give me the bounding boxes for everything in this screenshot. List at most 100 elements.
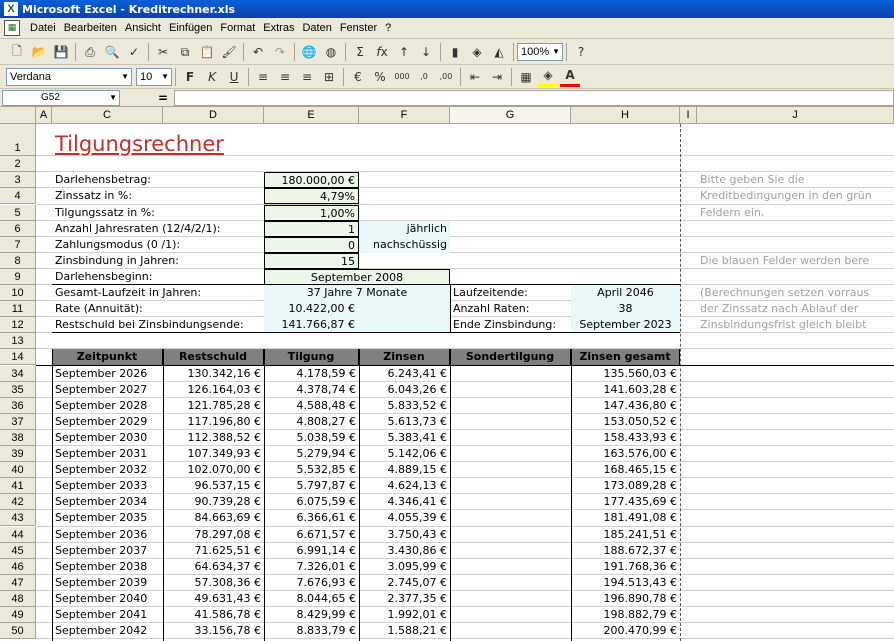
- chart-wizard-icon[interactable]: ▮: [445, 42, 465, 62]
- row-header-11[interactable]: 11: [0, 301, 36, 318]
- table-cell-date[interactable]: September 2027: [52, 382, 163, 398]
- fill-color-icon[interactable]: ◈: [538, 67, 558, 87]
- table-cell-date[interactable]: September 2028: [52, 398, 163, 414]
- table-cell-restschuld[interactable]: 112.388,52 €: [163, 430, 264, 446]
- table-cell-restschuld[interactable]: 33.156,78 €: [163, 623, 264, 639]
- help-note[interactable]: Feldern ein.: [697, 205, 894, 221]
- table-header[interactable]: Zinsen gesamt: [571, 349, 680, 366]
- table-cell-date[interactable]: September 2038: [52, 559, 163, 575]
- align-center-icon[interactable]: ≡: [275, 67, 295, 87]
- table-cell-sondertilgung[interactable]: [450, 510, 571, 526]
- table-cell-date[interactable]: September 2042: [52, 623, 163, 639]
- result-value[interactable]: 141.766,87 €: [264, 317, 450, 334]
- sort-ascending-icon[interactable]: ↑: [394, 42, 414, 62]
- table-cell-tilgung[interactable]: 6.366,61 €: [264, 510, 359, 526]
- currency-icon[interactable]: €: [348, 67, 368, 87]
- table-cell-zinsen-gesamt[interactable]: 196.890,78 €: [571, 591, 680, 607]
- table-cell-sondertilgung[interactable]: [450, 559, 571, 575]
- result-label[interactable]: Restschuld bei Zinsbindungsende:: [52, 317, 264, 333]
- map-icon[interactable]: ◈: [467, 42, 487, 62]
- table-cell-date[interactable]: September 2035: [52, 510, 163, 526]
- table-cell-tilgung[interactable]: 8.833,79 €: [264, 623, 359, 639]
- column-header-i[interactable]: I: [680, 107, 697, 124]
- input-value[interactable]: 0: [264, 236, 359, 253]
- table-cell-tilgung[interactable]: 5.797,87 €: [264, 478, 359, 494]
- sort-descending-icon[interactable]: ↓: [416, 42, 436, 62]
- table-cell-tilgung[interactable]: 4.808,27 €: [264, 414, 359, 430]
- table-cell-zinsen-gesamt[interactable]: 198.882,79 €: [571, 607, 680, 623]
- input-value[interactable]: 1: [264, 220, 359, 237]
- table-cell-zinsen[interactable]: 5.142,06 €: [359, 446, 450, 462]
- table-header[interactable]: Sondertilgung: [450, 349, 571, 366]
- font-name-select[interactable]: Verdana ▼: [6, 67, 132, 86]
- result-value[interactable]: 38: [571, 301, 680, 318]
- result-value[interactable]: April 2046: [571, 285, 680, 302]
- row-header-47[interactable]: 47: [0, 574, 36, 591]
- table-cell-date[interactable]: September 2032: [52, 462, 163, 478]
- row-header-46[interactable]: 46: [0, 558, 36, 575]
- table-cell-sondertilgung[interactable]: [450, 446, 571, 462]
- menu-ansicht[interactable]: Ansicht: [121, 22, 165, 34]
- table-cell-zinsen[interactable]: 4.889,15 €: [359, 462, 450, 478]
- column-header-g[interactable]: G: [450, 107, 571, 124]
- input-value[interactable]: September 2008: [264, 268, 450, 285]
- row-header-2[interactable]: 2: [0, 156, 36, 173]
- menu-einfuegen[interactable]: Einfügen: [165, 22, 216, 34]
- table-cell-zinsen-gesamt[interactable]: 200.470,99 €: [571, 623, 680, 639]
- table-header[interactable]: Zinsen: [359, 349, 450, 366]
- table-cell-zinsen[interactable]: 5.833,52 €: [359, 398, 450, 414]
- cut-icon[interactable]: ✂: [153, 42, 173, 62]
- column-header-c[interactable]: C: [52, 107, 163, 124]
- decrease-indent-icon[interactable]: ⇤: [465, 67, 485, 87]
- table-cell-restschuld[interactable]: 71.625,51 €: [163, 543, 264, 559]
- font-color-icon[interactable]: A: [560, 67, 580, 87]
- row-header-5[interactable]: 5: [0, 204, 36, 221]
- web-toolbar-icon[interactable]: ◍: [321, 42, 341, 62]
- table-cell-sondertilgung[interactable]: [450, 494, 571, 510]
- row-header-12[interactable]: 12: [0, 317, 36, 334]
- row-header-1[interactable]: 1: [0, 124, 36, 157]
- help-note[interactable]: Die blauen Felder werden bere: [697, 253, 894, 269]
- row-header-13[interactable]: 13: [0, 333, 36, 350]
- table-cell-restschuld[interactable]: 121.785,28 €: [163, 398, 264, 414]
- table-cell-zinsen-gesamt[interactable]: 173.089,28 €: [571, 478, 680, 494]
- office-assistant-icon[interactable]: ?: [571, 42, 591, 62]
- row-header-6[interactable]: 6: [0, 220, 36, 237]
- row-header-43[interactable]: 43: [0, 510, 36, 527]
- help-note[interactable]: Kreditbedingungen in den grün: [697, 188, 894, 204]
- row-header-34[interactable]: 34: [0, 365, 36, 382]
- row-header-10[interactable]: 10: [0, 285, 36, 302]
- drawing-icon[interactable]: ◭: [489, 42, 509, 62]
- row-header-3[interactable]: 3: [0, 172, 36, 189]
- table-cell-restschuld[interactable]: 102.070,00 €: [163, 462, 264, 478]
- result-label[interactable]: Rate (Annuität):: [52, 301, 264, 317]
- increase-indent-icon[interactable]: ⇥: [487, 67, 507, 87]
- table-cell-restschuld[interactable]: 96.537,15 €: [163, 478, 264, 494]
- input-value[interactable]: 15: [264, 252, 359, 269]
- table-cell-restschuld[interactable]: 64.634,37 €: [163, 559, 264, 575]
- table-cell-zinsen-gesamt[interactable]: 163.576,00 €: [571, 446, 680, 462]
- row-header-49[interactable]: 49: [0, 607, 36, 624]
- column-header-h[interactable]: H: [571, 107, 680, 124]
- table-cell-restschuld[interactable]: 107.349,93 €: [163, 446, 264, 462]
- table-cell-zinsen-gesamt[interactable]: 181.491,08 €: [571, 510, 680, 526]
- table-cell-date[interactable]: September 2041: [52, 607, 163, 623]
- zoom-select[interactable]: 100% ▼: [517, 43, 563, 61]
- copy-icon[interactable]: ⧉: [175, 42, 195, 62]
- table-cell-sondertilgung[interactable]: [450, 414, 571, 430]
- row-header-44[interactable]: 44: [0, 526, 36, 543]
- help-note[interactable]: der Zinssatz nach Ablauf der: [697, 301, 894, 317]
- table-cell-date[interactable]: September 2026: [52, 366, 163, 382]
- table-cell-tilgung[interactable]: 5.038,59 €: [264, 430, 359, 446]
- increase-decimal-icon[interactable]: ,0: [414, 67, 434, 87]
- table-cell-restschuld[interactable]: 117.196,80 €: [163, 414, 264, 430]
- table-cell-zinsen-gesamt[interactable]: 141.603,28 €: [571, 382, 680, 398]
- table-cell-zinsen[interactable]: 3.750,43 €: [359, 527, 450, 543]
- menu-bearbeiten[interactable]: Bearbeiten: [60, 22, 121, 34]
- table-cell-sondertilgung[interactable]: [450, 543, 571, 559]
- menu-fenster[interactable]: Fenster: [336, 22, 381, 34]
- format-painter-icon[interactable]: 🖌: [219, 42, 239, 62]
- table-cell-sondertilgung[interactable]: [450, 591, 571, 607]
- table-cell-tilgung[interactable]: 8.044,65 €: [264, 591, 359, 607]
- table-cell-zinsen[interactable]: 1.588,21 €: [359, 623, 450, 639]
